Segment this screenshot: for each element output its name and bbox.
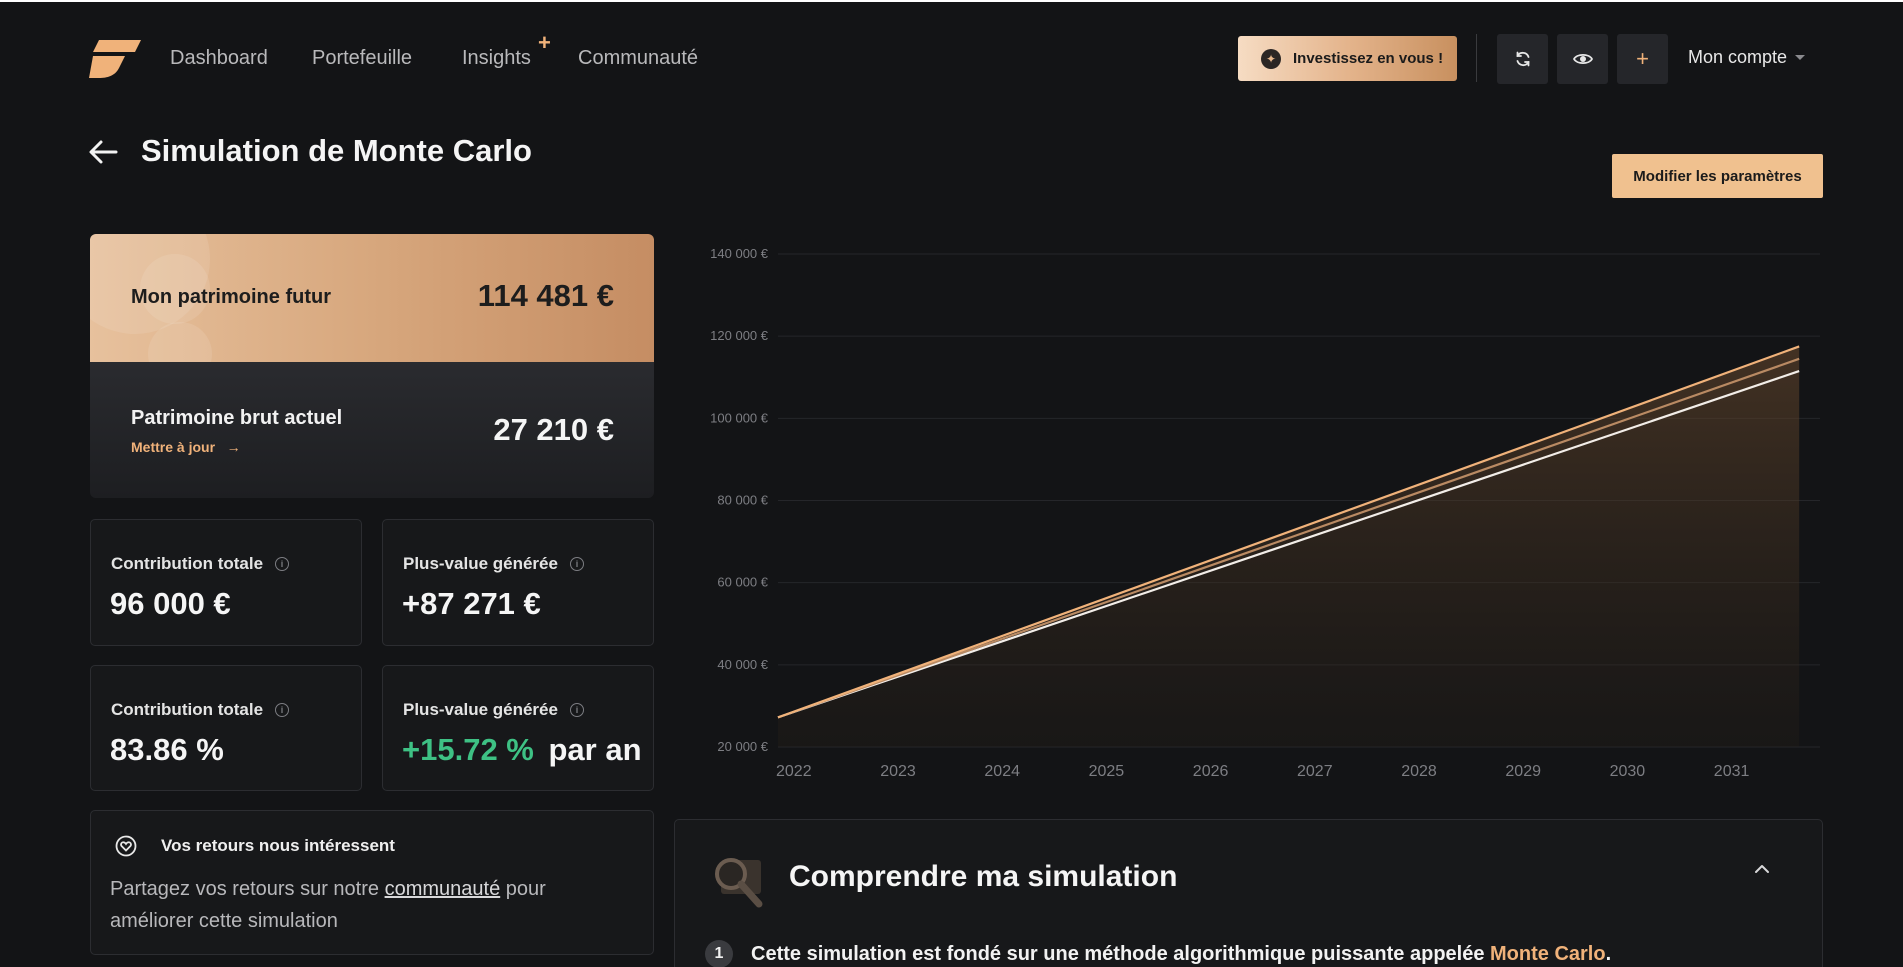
nav-divider [1476,34,1477,82]
x-tick-label: 2024 [984,763,1020,780]
update-link-label: Mettre à jour [131,439,216,455]
stat-label-row: Plus-value générée i [403,700,584,720]
stat-label: Contribution totale [111,554,264,573]
compass-icon: ✦ [1261,48,1281,69]
feedback-text: Partagez vos retours sur notre communaut… [110,873,610,937]
stat-card: Contribution totale i 96 000 € [90,519,362,646]
annual-return-suffix: par an [548,732,642,767]
feedback-card: Vos retours nous intéressent Partagez vo… [90,810,654,955]
y-tick-label: 120 000 € [710,328,769,343]
info-icon[interactable]: i [275,703,290,717]
magnifier-icon [715,858,763,908]
chevron-up-icon[interactable] [1752,862,1772,876]
update-link[interactable]: Mettre à jour → [131,439,241,455]
stat-value: 83.86 % [110,732,224,767]
info-icon[interactable]: i [275,557,290,571]
step-text-body: Cette simulation est fondé sur une métho… [751,942,1491,965]
stat-label: Plus-value générée [403,700,558,719]
x-tick-label: 2026 [1193,763,1229,780]
invest-button[interactable]: ✦ Investissez en vous ! [1238,36,1457,81]
stat-value: 96 000 € [110,586,231,621]
nav-dashboard[interactable]: Dashboard [170,47,268,70]
x-tick-label: 2022 [776,763,812,780]
stat-label: Plus-value générée [403,554,558,573]
stat-label: Contribution totale [111,700,264,719]
back-arrow-icon[interactable] [88,138,120,166]
x-tick-label: 2029 [1505,763,1541,780]
annual-return-value: +15.72 % [402,732,534,767]
stat-card: Plus-value générée i +87 271 € [382,519,654,646]
x-tick-label: 2030 [1610,763,1646,780]
wealth-projection-chart: 140 000 € 120 000 € 100 000 € 80 000 € 60 00… [710,246,1820,780]
x-tick-label: 2028 [1401,763,1437,780]
current-wealth-value: 27 210 € [493,412,614,447]
info-icon[interactable]: i [569,557,584,571]
info-icon[interactable]: i [569,703,584,717]
monte-carlo-link[interactable]: Monte Carlo [1490,943,1606,965]
x-tick-label: 2027 [1297,763,1333,780]
invest-button-label: Investissez en vous ! [1293,50,1444,67]
y-tick-label: 20 000 € [717,739,768,754]
account-menu[interactable]: Mon compte [1688,47,1806,68]
insights-new-badge: + [538,30,551,55]
simulation-step: 1 Cette simulation est fondé sur une mét… [705,940,1611,967]
nav-insights[interactable]: Insights [462,47,531,70]
eye-icon [1572,53,1593,65]
y-tick-label: 140 000 € [710,246,769,261]
page-title: Simulation de Monte Carlo [141,133,532,168]
x-tick-label: 2031 [1714,763,1750,780]
projection-area [778,346,1800,747]
visibility-button[interactable] [1557,34,1608,84]
feedback-title: Vos retours nous intéressent [161,836,395,855]
x-tick-label: 2023 [880,763,916,780]
current-wealth-label: Patrimoine brut actuel [131,407,343,429]
x-tick-label: 2025 [1089,763,1125,780]
simulation-title: Comprendre ma simulation [789,860,1178,893]
nav-portefeuille[interactable]: Portefeuille [312,47,412,70]
account-label: Mon compte [1688,47,1788,67]
future-wealth-card: Mon patrimoine futur 114 481 € [90,234,654,362]
plus-icon: + [1636,46,1649,71]
top-nav: Dashboard Portefeuille Insights + Commun… [0,0,1903,118]
y-tick-label: 80 000 € [717,493,768,508]
add-button[interactable]: + [1617,34,1668,84]
stat-label-row: Plus-value générée i [403,554,584,574]
stat-card: Contribution totale i 83.86 % [90,665,362,791]
stat-card: Plus-value générée i +15.72 % par an [382,665,654,791]
nav-communaute[interactable]: Communauté [578,47,698,70]
future-wealth-value: 114 481 € [477,278,614,313]
arrow-right-icon: → [218,439,241,455]
future-wealth-label: Mon patrimoine futur [131,286,331,308]
y-tick-label: 60 000 € [717,575,768,590]
stat-label-row: Contribution totale i [111,554,290,574]
stat-value: +87 271 € [402,586,541,621]
heart-icon [115,835,137,857]
community-link[interactable]: communauté [385,878,501,900]
y-tick-label: 100 000 € [710,410,769,425]
modify-parameters-button[interactable]: Modifier les paramètres [1612,154,1823,198]
refresh-icon [1516,51,1529,67]
logo-icon[interactable] [89,40,141,78]
y-tick-label: 40 000 € [717,657,768,672]
step-number: 1 [705,940,733,967]
stat-label-row: Contribution totale i [111,700,290,720]
current-wealth-card: Patrimoine brut actuel Mettre à jour → 2… [90,362,654,498]
step-text-end: . [1605,942,1612,965]
step-text: Cette simulation est fondé sur une métho… [751,943,1611,966]
feedback-text-start: Partagez vos retours sur notre [110,878,385,900]
chevron-down-icon [1795,55,1806,60]
understand-simulation-panel: Comprendre ma simulation 1 Cette simulat… [674,819,1823,967]
stat-value: +15.72 % par an [402,732,642,768]
refresh-button[interactable] [1497,34,1548,84]
